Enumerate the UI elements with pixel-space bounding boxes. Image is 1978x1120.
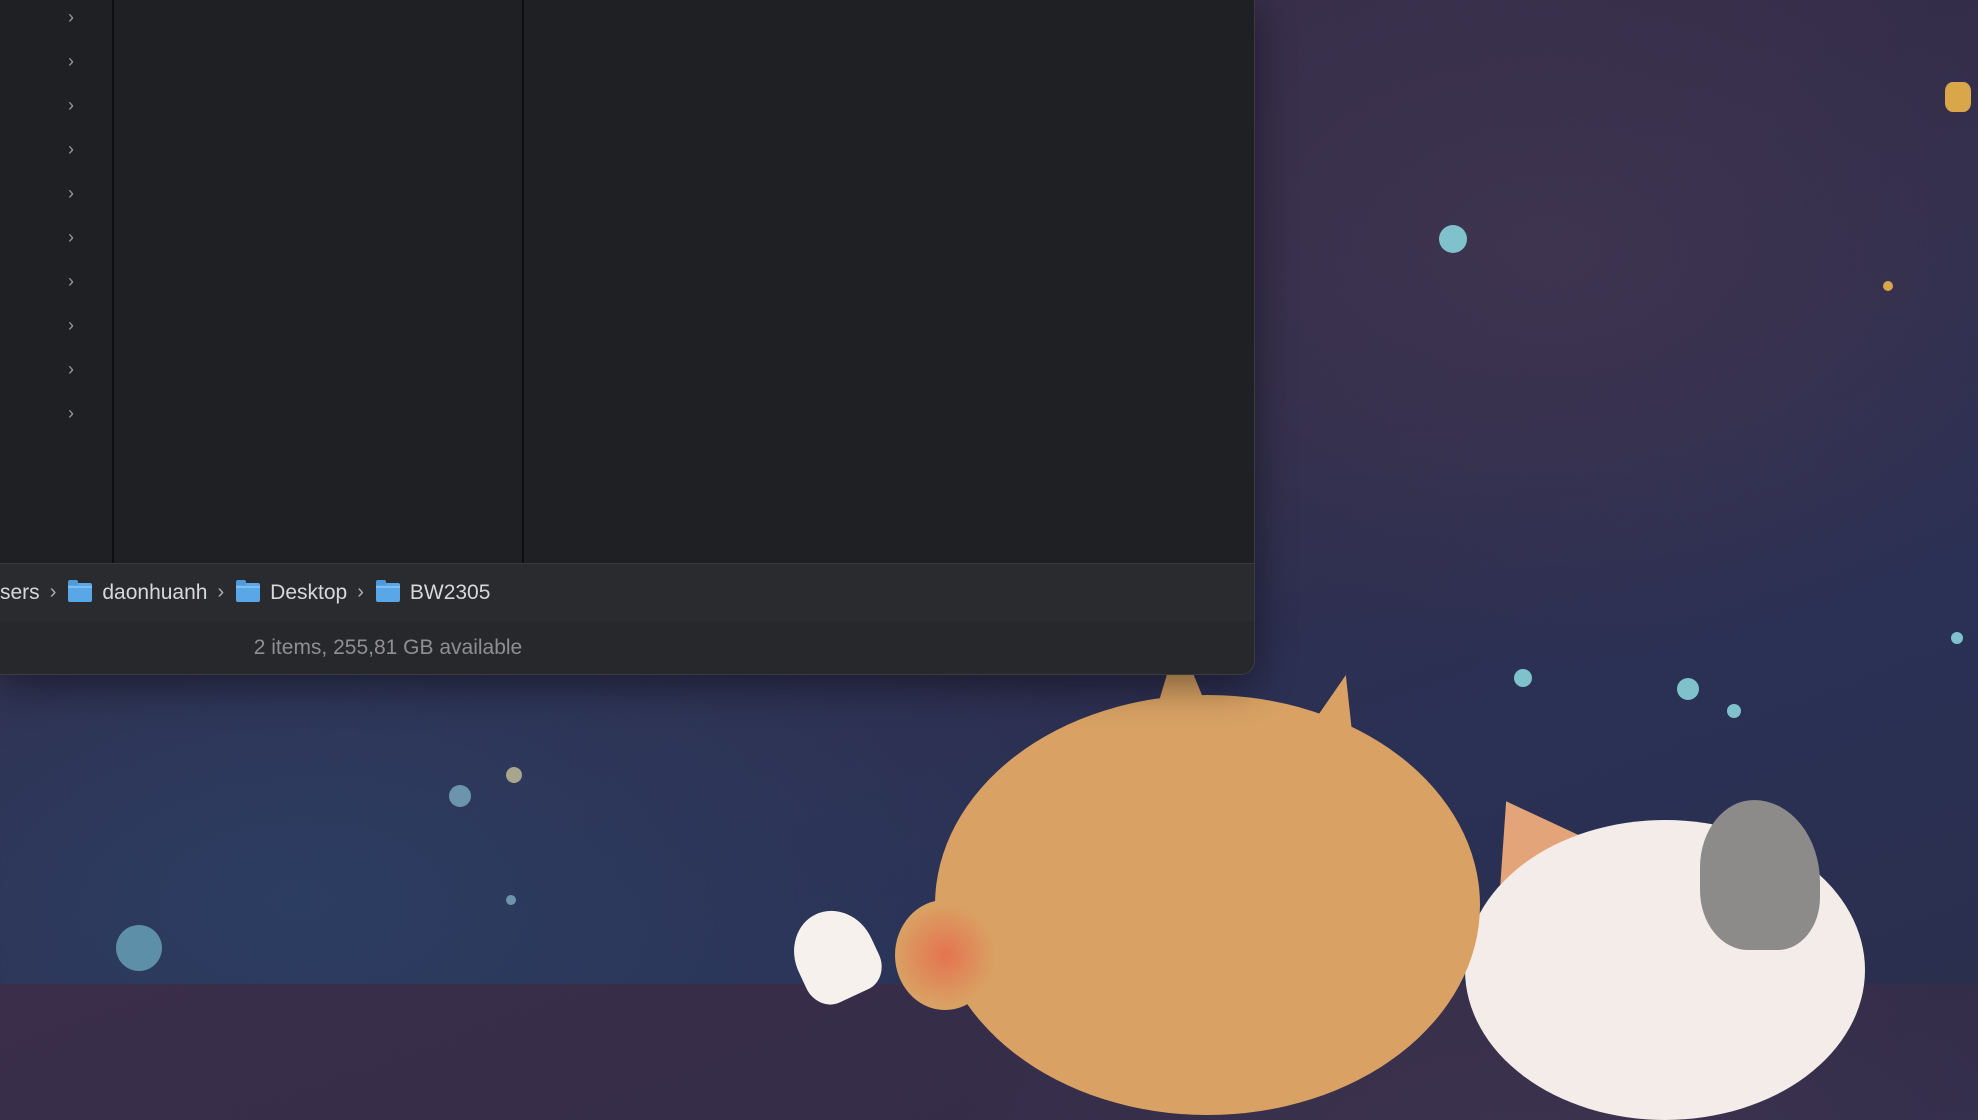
path-item-users[interactable]: sers › — [0, 581, 68, 605]
path-item-label: BW2305 — [409, 580, 491, 604]
preview-column[interactable] — [524, 0, 1254, 563]
path-item-label: daonhuanh — [102, 580, 208, 604]
wallpaper-star — [1439, 225, 1467, 253]
wallpaper-star — [449, 785, 471, 807]
wallpaper-star — [1945, 82, 1971, 112]
cat-patch — [1700, 800, 1820, 950]
wallpaper-star — [1951, 632, 1963, 644]
chevron-right-icon[interactable]: › — [68, 316, 82, 334]
chevron-right-icon: › — [217, 581, 225, 603]
chevron-right-icon[interactable]: › — [68, 96, 82, 114]
home-folder-icon — [68, 580, 93, 602]
wallpaper-star — [506, 767, 522, 783]
sidebar-column: › › › › › › › › › › — [0, 0, 114, 563]
cat-head — [935, 695, 1480, 1115]
chevron-right-icon: › — [357, 581, 364, 603]
chevron-right-icon[interactable]: › — [68, 272, 82, 290]
cat-cheek — [895, 900, 995, 1010]
chevron-right-icon[interactable]: › — [68, 184, 82, 202]
wallpaper-star — [116, 925, 162, 971]
wallpaper-star — [1883, 281, 1893, 291]
folder-icon — [375, 580, 400, 602]
finder-window: › › › › › › › › › › sers › daonhuanh › D… — [0, 0, 1255, 675]
chevron-right-icon[interactable]: › — [68, 360, 82, 378]
path-bar: sers › daonhuanh › Desktop › BW2305 — [0, 563, 1254, 622]
chevron-right-icon[interactable]: › — [68, 404, 82, 422]
chevron-right-icon[interactable]: › — [68, 52, 82, 70]
path-item-label: Desktop — [270, 580, 348, 604]
chevron-right-icon[interactable]: › — [68, 140, 82, 158]
browser-column[interactable] — [114, 0, 524, 563]
path-item-desktop[interactable]: Desktop › — [236, 580, 376, 605]
wallpaper-star — [1514, 669, 1532, 687]
path-item-home[interactable]: daonhuanh › — [68, 580, 236, 605]
path-item-label: sers — [0, 580, 40, 604]
status-text: 2 items, 255,81 GB available — [253, 635, 523, 659]
wallpaper-star — [1677, 678, 1699, 700]
wallpaper-star — [506, 895, 516, 905]
chevron-right-icon: › — [49, 581, 57, 603]
chevron-right-icon[interactable]: › — [68, 228, 82, 246]
cat-paw — [779, 897, 891, 1013]
status-bar: 2 items, 255,81 GB available — [0, 621, 1254, 674]
desktop-folder-icon — [236, 580, 261, 602]
path-item-bw2305[interactable]: BW2305 — [375, 580, 491, 605]
wallpaper-star — [1727, 704, 1741, 718]
chevron-right-icon[interactable]: › — [68, 8, 82, 26]
